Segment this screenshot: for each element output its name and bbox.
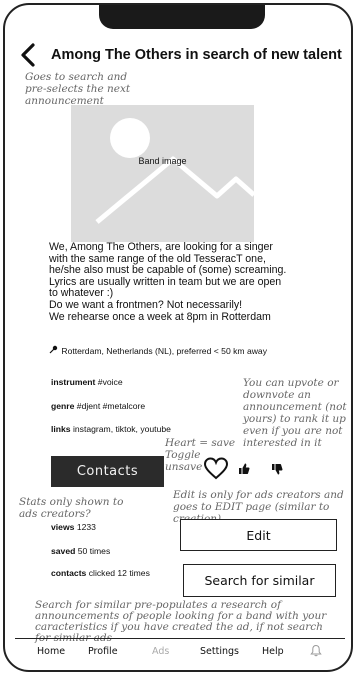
pin-icon [49,345,59,356]
links-field: links instagram, tiktok, youtube [51,424,171,434]
bell-icon[interactable] [310,644,322,660]
saved-stat: saved 50 times [51,546,110,556]
genre-field: genre #djent #metalcore [51,401,145,411]
nav-item-settings[interactable]: Settings [200,646,239,657]
vote-annotation: You can upvote or downvote an announceme… [243,377,347,449]
contacts-value: clicked 12 times [88,568,150,578]
location: Rotterdam, Netherlands (NL), preferred <… [49,345,267,356]
location-text: Rotterdam, Netherlands (NL), preferred <… [61,346,268,356]
phone-frame: Among The Others in search of new talent… [3,3,353,672]
nav-item-home[interactable]: Home [37,646,65,657]
phone-notch [99,5,265,29]
edit-button[interactable]: Edit [180,519,337,551]
links-value[interactable]: instagram, tiktok, youtube [73,424,171,434]
search-similar-button[interactable]: Search for similar [183,564,336,597]
genre-value: #djent #metalcore [76,401,146,411]
contacts-button[interactable]: Contacts [51,456,164,487]
chevron-left-icon[interactable] [19,43,39,67]
nav-item-ads: Ads [152,646,170,657]
page-title: Among The Others in search of new talent [51,47,342,63]
heart-icon[interactable] [203,457,229,486]
genre-label: genre [51,401,75,411]
band-image: Band image [71,105,254,242]
description-line: We rehearse once a week at 8pm in Rotter… [49,310,271,323]
instrument-value: #voice [97,377,123,387]
links-label: links [51,424,71,434]
instrument-label: instrument [51,377,96,387]
views-label: views [51,522,75,532]
header: Among The Others in search of new talent [19,43,351,69]
contacts-stat: contacts clicked 12 times [51,568,150,578]
stats-annotation: Stats only shown to ads creators? [19,496,124,520]
saved-label: saved [51,546,76,556]
bottom-nav: Home Profile Ads Settings Help [15,638,345,664]
saved-value: 50 times [77,546,111,556]
nav-item-help[interactable]: Help [262,646,284,657]
image-placeholder-icon [95,118,254,224]
instrument-field: instrument #voice [51,377,123,387]
band-image-label: Band image [138,156,187,166]
thumbs-up-icon[interactable] [238,462,250,480]
nav-item-profile[interactable]: Profile [88,646,118,657]
title-annotation: Goes to search and pre-selects the next … [25,71,131,107]
views-value: 1233 [76,522,96,532]
description-line: We, Among The Others, are looking for a … [49,241,273,253]
announcement-description: We, Among The Others, are looking for a … [49,241,349,323]
thumbs-down-icon[interactable] [271,463,283,481]
views-stat: views 1233 [51,522,96,532]
contacts-label: contacts [51,568,87,578]
description-line: Do we want a frontmen? Not necessarily! [49,298,243,311]
